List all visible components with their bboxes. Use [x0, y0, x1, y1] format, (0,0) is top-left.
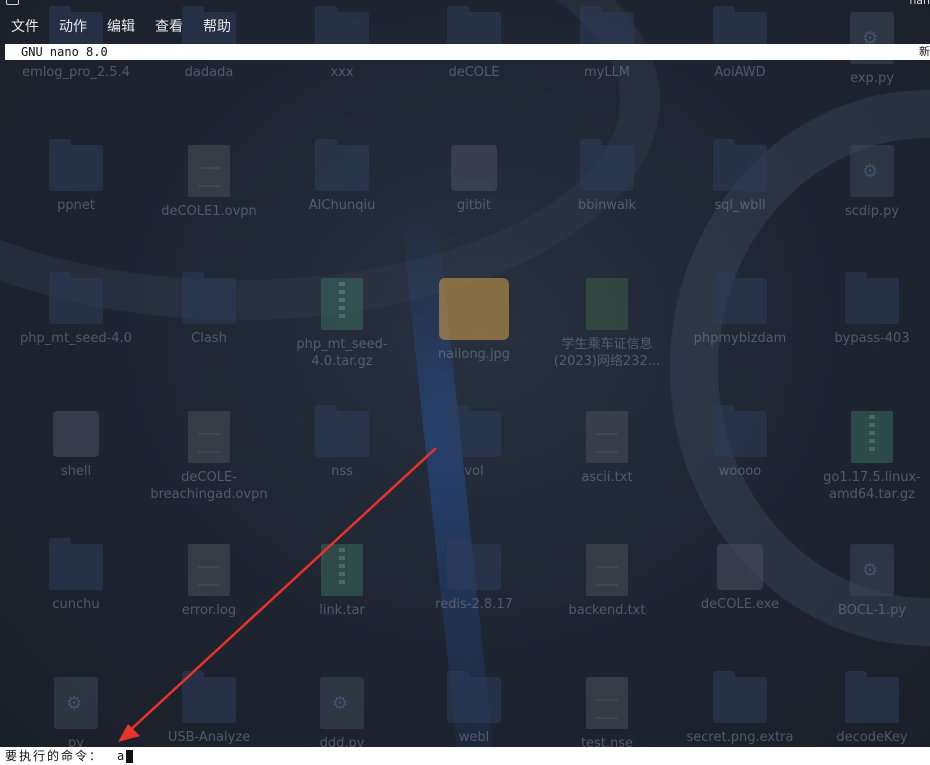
annotation-arrow — [118, 447, 437, 742]
command-prompt-label: 要执行的命令： — [5, 749, 104, 763]
command-prompt-bar: 要执行的命令： a — [0, 747, 930, 765]
arrow-shaft — [125, 447, 437, 735]
arrow-head — [118, 724, 140, 742]
command-input[interactable]: a — [117, 747, 124, 765]
text-cursor — [126, 750, 133, 763]
